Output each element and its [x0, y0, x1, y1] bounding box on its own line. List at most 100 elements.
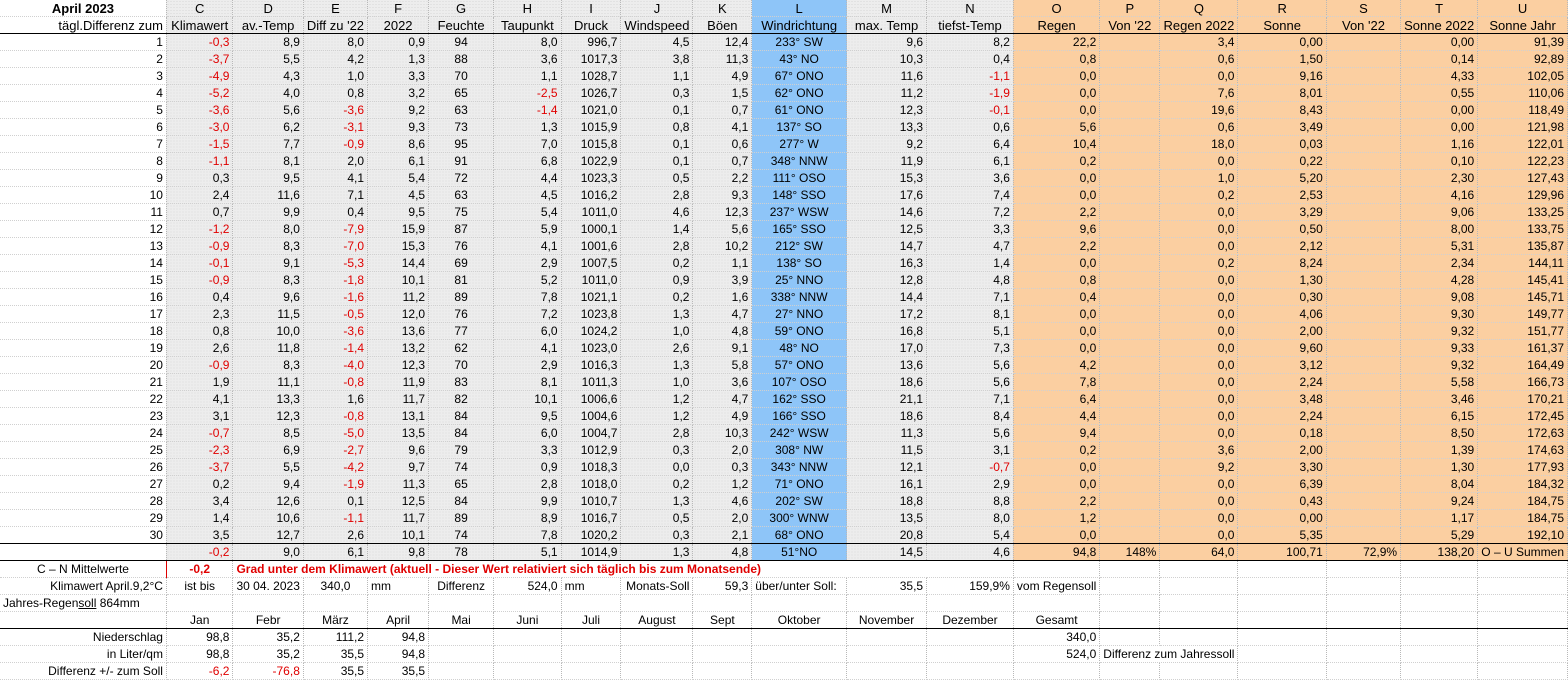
data-cell[interactable]: [1326, 356, 1402, 374]
data-cell[interactable]: 0,0: [1013, 305, 1101, 323]
data-cell[interactable]: 145,41: [1477, 271, 1568, 289]
data-cell[interactable]: 3,6: [926, 169, 1014, 187]
data-cell[interactable]: 11,5: [232, 305, 304, 323]
data-cell[interactable]: 73: [428, 118, 495, 136]
day-number[interactable]: 13: [0, 237, 167, 255]
empty-cell[interactable]: [751, 594, 848, 612]
empty-cell[interactable]: [926, 645, 1014, 663]
day-number[interactable]: 17: [0, 305, 167, 323]
empty-cell[interactable]: [561, 628, 622, 646]
data-cell[interactable]: 10,1: [367, 271, 430, 289]
data-cell[interactable]: 9,32: [1400, 322, 1479, 340]
data-cell[interactable]: 4,7: [692, 390, 753, 408]
data-cell[interactable]: -2,3: [166, 441, 234, 459]
empty-cell[interactable]: [166, 594, 234, 612]
data-cell[interactable]: 7,1: [926, 288, 1014, 306]
data-cell[interactable]: 1028,7: [561, 67, 622, 85]
data-cell[interactable]: 15,9: [367, 220, 430, 238]
data-cell[interactable]: 63: [428, 101, 495, 119]
data-cell[interactable]: [1099, 458, 1161, 476]
column-letter[interactable]: I: [561, 0, 622, 17]
data-cell[interactable]: -1,2: [166, 220, 234, 238]
data-cell[interactable]: 8,0: [232, 220, 304, 238]
data-cell[interactable]: 1007,5: [561, 254, 622, 272]
data-cell[interactable]: 8,8: [926, 492, 1014, 510]
data-cell[interactable]: 0,0: [1013, 169, 1101, 187]
data-cell[interactable]: 102,05: [1477, 67, 1568, 85]
data-cell[interactable]: 5,6: [692, 220, 753, 238]
data-cell[interactable]: 3,29: [1237, 203, 1327, 221]
data-cell[interactable]: -1,1: [926, 67, 1014, 85]
data-cell[interactable]: 1,0: [620, 322, 694, 340]
empty-cell[interactable]: [1400, 577, 1479, 595]
day-number[interactable]: 21: [0, 373, 167, 391]
data-cell[interactable]: 20,8: [846, 526, 928, 544]
data-cell[interactable]: 9,2: [846, 135, 928, 153]
differenz-value[interactable]: -6,2: [166, 662, 234, 680]
data-cell[interactable]: 12,3: [232, 407, 304, 425]
data-cell[interactable]: [1326, 288, 1402, 306]
data-cell[interactable]: 0,0: [1013, 458, 1101, 476]
data-cell[interactable]: 2,8: [620, 186, 694, 204]
day-number[interactable]: 15: [0, 271, 167, 289]
data-cell[interactable]: [1099, 220, 1161, 238]
empty-cell[interactable]: [846, 662, 928, 680]
month-header[interactable]: August: [620, 611, 694, 629]
data-cell[interactable]: 5,1: [926, 322, 1014, 340]
day-number[interactable]: 14: [0, 254, 167, 272]
column-header[interactable]: Sonne Jahr: [1477, 16, 1568, 34]
sum-cell[interactable]: 78: [428, 543, 495, 561]
data-cell[interactable]: 74: [428, 526, 495, 544]
data-cell[interactable]: 9,2: [367, 101, 430, 119]
data-cell[interactable]: 76: [428, 305, 495, 323]
data-cell[interactable]: 0,6: [1159, 50, 1239, 68]
data-cell[interactable]: [1326, 390, 1402, 408]
data-cell[interactable]: 1,6: [303, 390, 369, 408]
data-cell[interactable]: 9,6: [846, 33, 928, 51]
data-cell[interactable]: 3,6: [692, 373, 753, 391]
data-cell[interactable]: 0,5: [620, 509, 694, 527]
data-cell[interactable]: 9,7: [367, 458, 430, 476]
data-cell[interactable]: [1326, 67, 1402, 85]
data-cell[interactable]: 1,3: [620, 492, 694, 510]
data-cell[interactable]: 277° W: [751, 135, 848, 153]
sum-cell[interactable]: 6,1: [303, 543, 369, 561]
month-header[interactable]: Sept: [692, 611, 753, 629]
mittel-note[interactable]: Grad unter dem Klimawert (aktuell - Dies…: [232, 560, 1014, 578]
data-cell[interactable]: [1326, 441, 1402, 459]
sum-cell[interactable]: 4,6: [926, 543, 1014, 561]
data-cell[interactable]: 4,16: [1400, 186, 1479, 204]
data-cell[interactable]: 0,9: [493, 458, 562, 476]
data-cell[interactable]: 2,12: [1237, 237, 1327, 255]
column-header[interactable]: max. Temp: [846, 16, 928, 34]
data-cell[interactable]: 0,1: [620, 152, 694, 170]
data-cell[interactable]: 6,0: [493, 424, 562, 442]
day-number[interactable]: 25: [0, 441, 167, 459]
column-letter[interactable]: N: [926, 0, 1014, 17]
data-cell[interactable]: 17,6: [846, 186, 928, 204]
data-cell[interactable]: 164,49: [1477, 356, 1568, 374]
data-cell[interactable]: 4,4: [1013, 407, 1101, 425]
data-cell[interactable]: -5,0: [303, 424, 369, 442]
data-cell[interactable]: [1326, 220, 1402, 238]
data-cell[interactable]: 9,30: [1400, 305, 1479, 323]
data-cell[interactable]: 1,30: [1237, 271, 1327, 289]
data-cell[interactable]: [1326, 237, 1402, 255]
data-cell[interactable]: 4,5: [620, 33, 694, 51]
data-cell[interactable]: 0,8: [303, 84, 369, 102]
data-cell[interactable]: 65: [428, 84, 495, 102]
data-cell[interactable]: 12,5: [367, 492, 430, 510]
data-cell[interactable]: 0,55: [1400, 84, 1479, 102]
empty-cell[interactable]: [620, 628, 694, 646]
data-cell[interactable]: [1099, 441, 1161, 459]
data-cell[interactable]: 0,0: [1159, 203, 1239, 221]
data-cell[interactable]: 9,08: [1400, 288, 1479, 306]
sum-cell[interactable]: 64,0: [1159, 543, 1239, 561]
data-cell[interactable]: 57° ONO: [751, 356, 848, 374]
empty-cell[interactable]: [1477, 662, 1568, 680]
data-cell[interactable]: 3,6: [1159, 441, 1239, 459]
data-cell[interactable]: 5,20: [1237, 169, 1327, 187]
day-number[interactable]: 5: [0, 101, 167, 119]
data-cell[interactable]: 4,6: [692, 492, 753, 510]
data-cell[interactable]: 1,3: [620, 305, 694, 323]
